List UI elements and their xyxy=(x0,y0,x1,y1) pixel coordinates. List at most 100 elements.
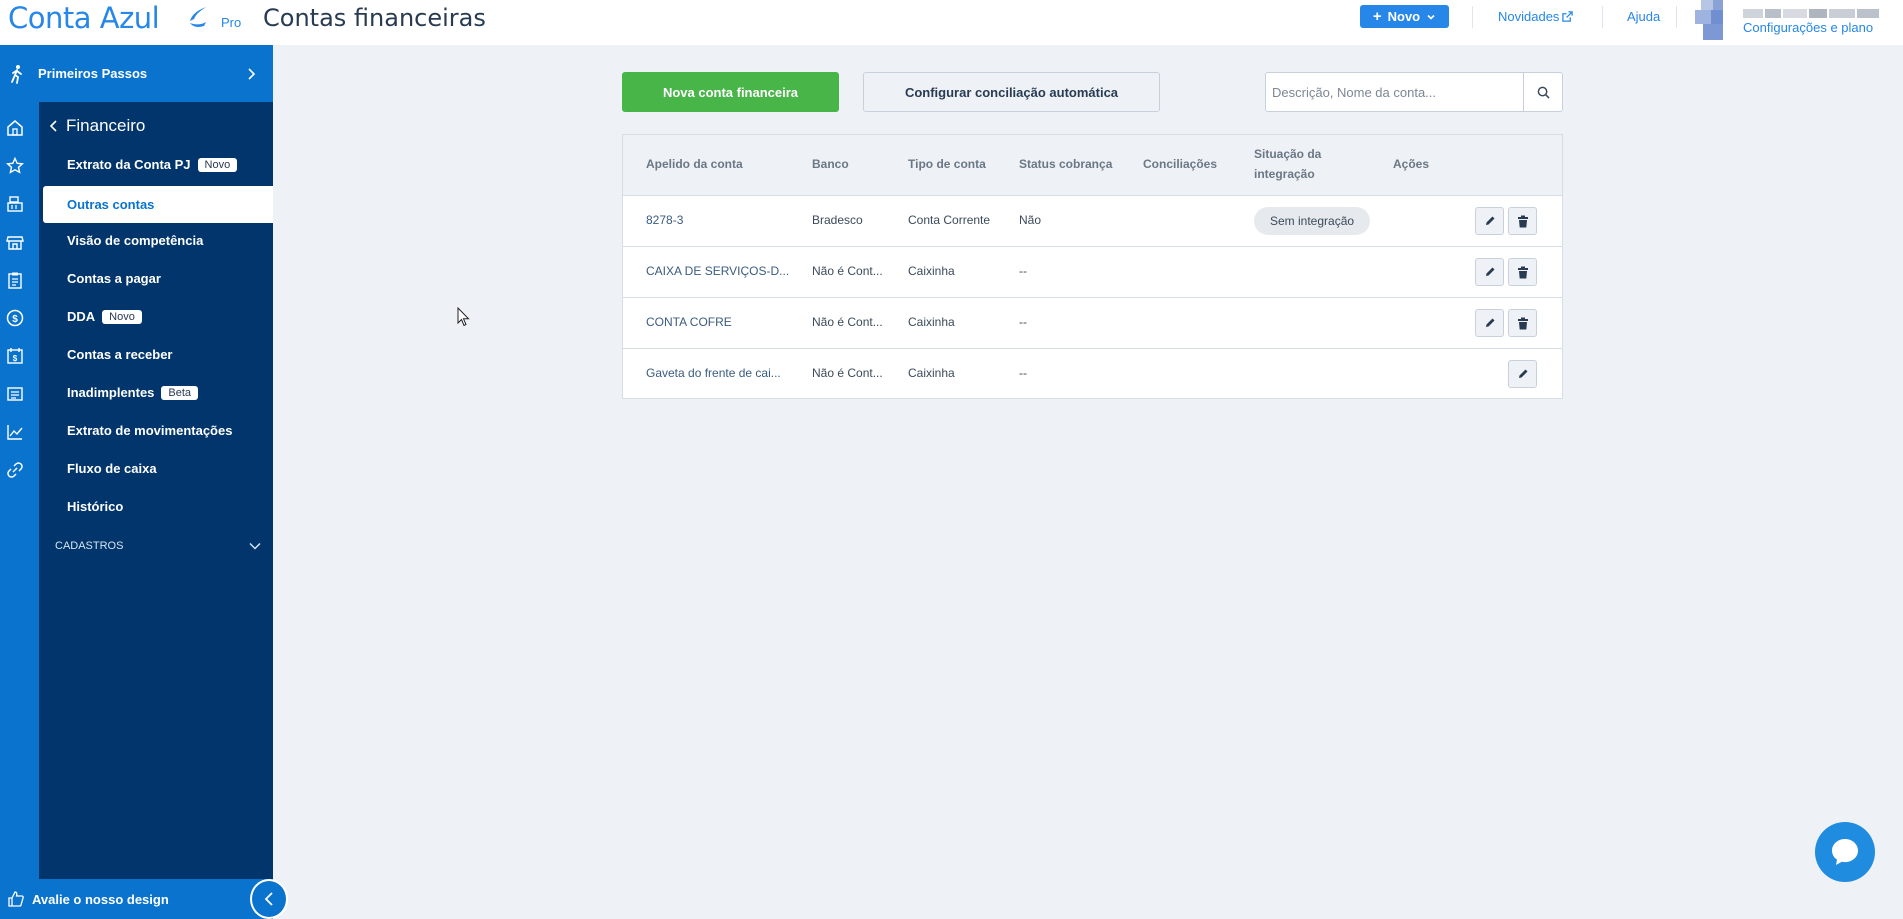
search-box xyxy=(1265,72,1563,112)
sidebar-item-outras-contas[interactable]: Outras contas xyxy=(43,186,273,223)
sidebar-item-dda[interactable]: DDA Novo xyxy=(67,309,142,324)
walking-person-icon xyxy=(11,64,22,84)
billing-status: -- xyxy=(1019,315,1027,329)
avatar[interactable] xyxy=(1693,0,1743,40)
sidebar-item-label: Visão de competência xyxy=(67,233,204,248)
plus-icon: + xyxy=(1372,8,1382,25)
sidebar-item-label: Contas a receber xyxy=(67,347,173,362)
novidades-link[interactable]: Novidades xyxy=(1498,9,1574,24)
page-title: Contas financeiras xyxy=(263,4,486,32)
account-type: Caixinha xyxy=(908,315,955,329)
sidebar-item-label: Extrato de movimentações xyxy=(67,423,233,438)
financial-accounts-table: Apelido da conta Banco Tipo de conta Sta… xyxy=(622,134,1563,399)
sidebar-item-label: Outras contas xyxy=(67,197,155,212)
account-nickname[interactable]: Gaveta do frente de cai... xyxy=(646,366,781,380)
sidebar-item-contas-receber[interactable]: Contas a receber xyxy=(67,347,173,362)
logo-mark-icon xyxy=(190,7,206,27)
bank-name: Não é Cont... xyxy=(812,315,883,329)
chart-line-icon[interactable] xyxy=(6,423,24,441)
store-icon[interactable] xyxy=(6,233,24,251)
sidebar-item-extrato-movimentacoes[interactable]: Extrato de movimentações xyxy=(67,423,232,438)
new-button[interactable]: + Novo xyxy=(1360,5,1449,28)
chat-button[interactable] xyxy=(1815,822,1875,882)
configure-auto-reconciliation-button[interactable]: Configurar conciliação automática xyxy=(863,72,1160,112)
account-nickname[interactable]: CONTA COFRE xyxy=(646,315,732,329)
sidebar-icon-rail: $ $ xyxy=(0,102,39,879)
financeiro-title: Financeiro xyxy=(66,116,146,135)
chevron-down-icon xyxy=(249,542,261,550)
chevron-down-icon xyxy=(1427,14,1435,20)
integration-status-badge: Sem integração xyxy=(1254,207,1371,235)
sidebar-item-historico[interactable]: Histórico xyxy=(67,499,123,514)
sidebar-item-visao-competencia[interactable]: Visão de competência xyxy=(67,233,203,248)
header-divider xyxy=(1602,6,1603,28)
column-header: Ações xyxy=(1393,157,1430,171)
trash-icon xyxy=(1517,266,1528,278)
account-type: Conta Corrente xyxy=(908,213,991,227)
collapse-sidebar-button[interactable] xyxy=(250,879,288,919)
link-icon[interactable] xyxy=(6,461,24,479)
feedback-bar[interactable]: Avalie o nosso design xyxy=(0,879,273,919)
edit-button[interactable] xyxy=(1475,258,1504,286)
chevron-left-icon xyxy=(264,892,273,906)
primeiros-passos-label: Primeiros Passos xyxy=(38,66,148,81)
home-icon[interactable] xyxy=(6,119,24,137)
new-financial-account-button[interactable]: Nova conta financeira xyxy=(622,72,839,112)
clipboard-icon[interactable] xyxy=(6,271,24,289)
account-nickname[interactable]: CAIXA DE SERVIÇOS-D... xyxy=(646,264,789,278)
receipt-icon[interactable] xyxy=(6,385,24,403)
sidebar-item-extrato-conta-pj[interactable]: Extrato da Conta PJ Novo xyxy=(67,157,238,172)
column-header: Status cobrança xyxy=(1019,157,1113,171)
column-header: Banco xyxy=(812,157,849,171)
dollar-icon[interactable]: $ xyxy=(6,309,24,327)
search-button[interactable] xyxy=(1523,73,1562,111)
financeiro-header[interactable]: Financeiro xyxy=(49,116,145,136)
delete-button[interactable] xyxy=(1508,309,1537,337)
brand-logo[interactable]: Conta Azul xyxy=(8,1,160,35)
sidebar-item-inadimplentes[interactable]: Inadimplentes Beta xyxy=(67,385,199,400)
billing-status: Não xyxy=(1019,213,1042,227)
star-icon[interactable] xyxy=(6,157,24,175)
sidebar-item-contas-pagar[interactable]: Contas a pagar xyxy=(67,271,161,286)
column-header: Tipo de conta xyxy=(908,157,986,171)
primeiros-passos-bar[interactable]: Primeiros Passos xyxy=(0,45,273,102)
delete-button[interactable] xyxy=(1508,258,1537,286)
table-row[interactable]: Gaveta do frente de cai... Não é Cont...… xyxy=(623,349,1562,400)
table-row[interactable]: 8278-3 Bradesco Conta Corrente Não Sem i… xyxy=(623,196,1562,247)
trash-icon xyxy=(1517,215,1528,227)
ajuda-link[interactable]: Ajuda xyxy=(1627,9,1660,24)
account-nickname[interactable]: 8278-3 xyxy=(646,213,683,227)
bank-name: Não é Cont... xyxy=(812,264,883,278)
edit-button[interactable] xyxy=(1475,309,1504,337)
novidades-label: Novidades xyxy=(1498,9,1560,24)
edit-button[interactable] xyxy=(1508,360,1537,388)
settings-plan-link[interactable]: Configurações e plano xyxy=(1743,20,1873,35)
plan-label: Pro xyxy=(221,15,242,30)
cadastros-section-toggle[interactable]: CADASTROS xyxy=(55,540,261,552)
feedback-label: Avalie o nosso design xyxy=(32,891,169,907)
top-header: Conta Azul Pro Contas financeiras + Novo… xyxy=(0,0,1903,45)
edit-button[interactable] xyxy=(1475,207,1504,235)
new-badge: Novo xyxy=(197,157,238,172)
delete-button[interactable] xyxy=(1508,207,1537,235)
table-row[interactable]: CAIXA DE SERVIÇOS-D... Não é Cont... Cai… xyxy=(623,247,1562,298)
chevron-right-icon xyxy=(248,67,256,80)
calendar-money-icon[interactable]: $ xyxy=(6,347,24,365)
edit-icon xyxy=(1518,369,1527,378)
header-divider xyxy=(1472,6,1473,28)
column-header: Conciliações xyxy=(1143,157,1218,171)
search-input[interactable] xyxy=(1266,73,1523,111)
sidebar-item-label: Histórico xyxy=(67,499,124,514)
svg-text:$: $ xyxy=(12,314,18,325)
table-row[interactable]: CONTA COFRE Não é Cont... Caixinha -- xyxy=(623,298,1562,349)
sidebar-item-label: Inadimplentes xyxy=(67,385,155,400)
edit-icon xyxy=(1485,318,1494,327)
blurred-user-name xyxy=(1743,9,1879,18)
sidebar-item-label: Extrato da Conta PJ xyxy=(67,157,191,172)
bank-name: Bradesco xyxy=(812,213,863,227)
svg-text:$: $ xyxy=(13,354,18,363)
cash-register-icon[interactable] xyxy=(6,195,24,213)
new-badge: Novo xyxy=(102,309,142,324)
sidebar-item-fluxo-caixa[interactable]: Fluxo de caixa xyxy=(67,461,157,476)
billing-status: -- xyxy=(1019,264,1027,278)
